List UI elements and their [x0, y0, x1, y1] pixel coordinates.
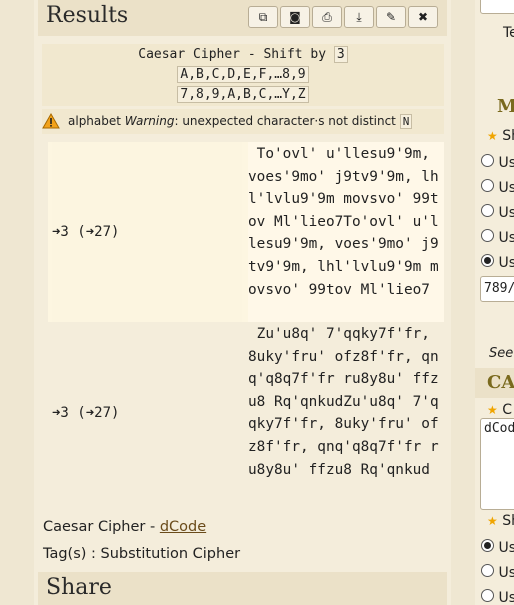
ciphertext-textarea[interactable]: dCod — [480, 418, 514, 510]
results-table: ➜3 (➜27) To'ovl' u'llesu9'9m, voes'9mo' … — [48, 142, 444, 504]
radio-option[interactable]: Us — [481, 154, 514, 171]
results-panel: Results ⧉ ◙ ⎙ ⤓ ✎ ✖ Caesar Cipher - Shif… — [34, 0, 451, 605]
radio-option[interactable]: Us — [481, 204, 514, 221]
source-credit: Caesar Cipher - dCode — [43, 519, 206, 535]
warning-prefix: alphabet — [68, 114, 121, 128]
alphabet-warning: alphabet Warning: unexpected character·s… — [42, 109, 444, 134]
option-item: ★ Sh — [487, 128, 514, 144]
warning-word: Warning — [124, 114, 175, 128]
share-title: Share — [46, 575, 112, 600]
close-button[interactable]: ✖ — [408, 6, 438, 28]
radio-option-selected[interactable]: Us — [481, 539, 514, 556]
camera-icon: ◙ — [289, 10, 301, 24]
source-prefix: Caesar Cipher - — [43, 519, 160, 535]
top-text: Te — [503, 25, 514, 41]
copy-button[interactable]: ⧉ — [248, 6, 278, 28]
warning-text: : unexpected character·s not distinct — [174, 114, 396, 128]
warning-icon — [42, 113, 60, 129]
option-item: ★ C — [487, 402, 512, 418]
star-icon: ★ — [487, 129, 498, 143]
print-button[interactable]: ⎙ — [312, 6, 342, 28]
warning-char: N — [399, 114, 413, 129]
radio-icon — [481, 564, 494, 577]
pin-icon: ✎ — [385, 10, 397, 24]
close-icon: ✖ — [417, 10, 429, 24]
results-title: Results — [46, 3, 129, 28]
results-header: Results ⧉ ◙ ⎙ ⤓ ✎ ✖ — [38, 0, 447, 36]
shift-value: 3 — [333, 46, 348, 63]
plain-alphabet: A,B,C,D,E,F,…8,9 — [177, 66, 309, 83]
download-icon: ⤓ — [356, 9, 362, 24]
radio-icon — [481, 229, 494, 242]
alphabet-input[interactable]: 789/ — [480, 276, 514, 302]
pin-button[interactable]: ✎ — [376, 6, 406, 28]
radio-icon — [481, 204, 494, 217]
decoded-text[interactable]: Zu'u8q' 7'qqky7f'fr, 8uky'fru' ofz8f'fr,… — [248, 322, 444, 505]
cipher-metadata: Caesar Cipher - Shift by 3 A,B,C,D,E,F,…… — [42, 44, 444, 106]
decoded-text[interactable]: To'ovl' u'llesu9'9m, voes'9mo' j9tv9'9m,… — [248, 142, 444, 323]
radio-selected-icon — [481, 254, 494, 267]
print-icon: ⎙ — [322, 9, 332, 24]
cipher-alphabet: 7,8,9,A,B,C,…Y,Z — [177, 86, 309, 103]
radio-option[interactable]: Us — [481, 179, 514, 196]
screenshot-button[interactable]: ◙ — [280, 6, 310, 28]
table-row: ➜3 (➜27) Zu'u8q' 7'qqky7f'fr, 8uky'fru' … — [48, 322, 444, 504]
radio-option[interactable]: Us — [481, 229, 514, 246]
dcode-link[interactable]: dCode — [160, 519, 206, 535]
heading-modes: M — [497, 96, 514, 117]
see-text: See — [489, 346, 514, 361]
star-icon: ★ — [487, 403, 498, 417]
share-header: Share — [38, 572, 447, 605]
right-panel: Te M ★ Sh Us Us Us Us Us 789/ See CA ★ C… — [475, 0, 514, 605]
download-button[interactable]: ⤓ — [344, 6, 374, 28]
tags-line: Tag(s) : Substitution Cipher — [43, 546, 241, 562]
radio-option[interactable]: Us — [481, 589, 514, 605]
radio-icon — [481, 179, 494, 192]
radio-icon — [481, 589, 494, 602]
cipher-title: Caesar Cipher - Shift by — [138, 47, 327, 62]
star-icon: ★ — [487, 514, 498, 528]
radio-selected-icon — [481, 539, 494, 552]
radio-option[interactable]: Us — [481, 564, 514, 581]
table-row: ➜3 (➜27) To'ovl' u'llesu9'9m, voes'9mo' … — [48, 142, 444, 323]
shift-key: ➜3 (➜27) — [52, 405, 120, 421]
shift-key: ➜3 (➜27) — [52, 142, 242, 322]
results-toolbar: ⧉ ◙ ⎙ ⤓ ✎ ✖ — [248, 6, 440, 30]
radio-icon — [481, 154, 494, 167]
radio-option-selected[interactable]: Us — [481, 254, 514, 271]
option-item: ★ Sh — [487, 513, 514, 529]
copy-icon: ⧉ — [258, 9, 268, 24]
top-input[interactable] — [480, 0, 514, 14]
heading-caesar: CA — [487, 372, 514, 393]
